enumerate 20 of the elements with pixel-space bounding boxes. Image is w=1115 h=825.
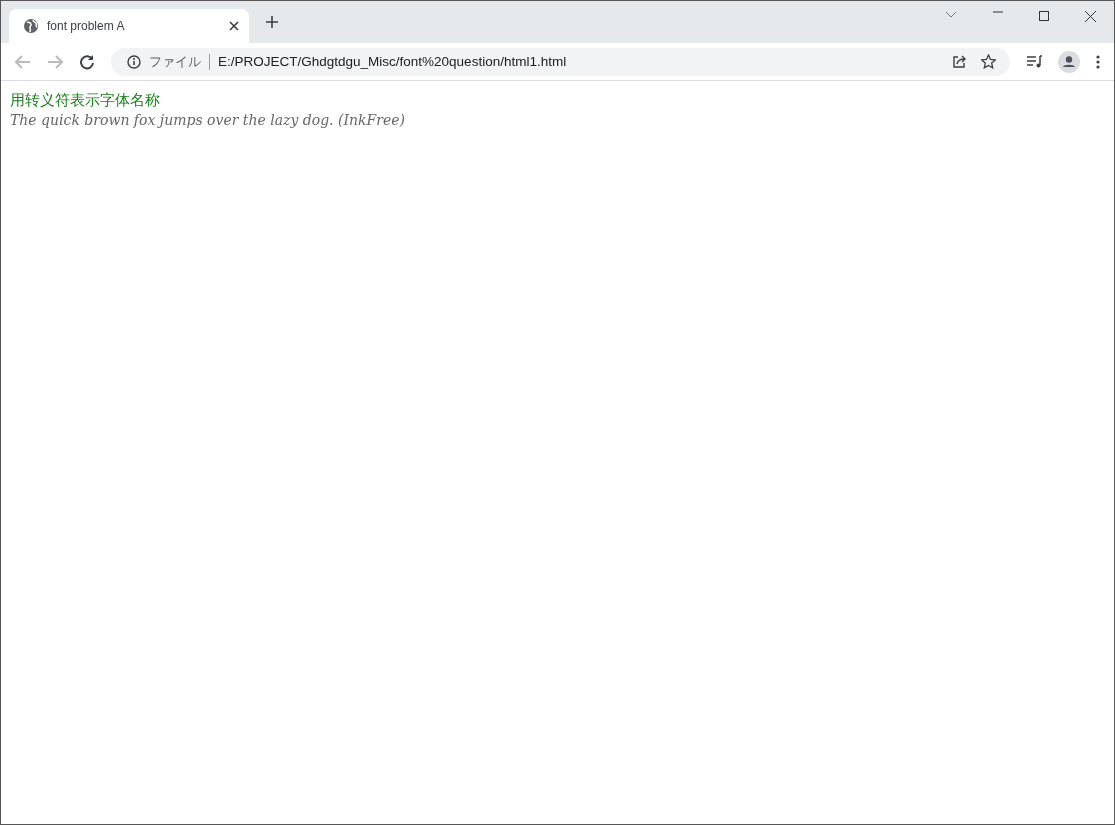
heading-text: 用转义符表示字体名称 <box>10 90 161 111</box>
close-icon[interactable] <box>1085 11 1096 22</box>
address-bar[interactable]: ファイル E:/PROJECT/Ghdgtdgu_Misc/font%20question/html1.html <box>111 47 1010 76</box>
info-icon[interactable] <box>127 54 141 69</box>
globe-icon <box>23 18 39 34</box>
reload-icon[interactable] <box>79 53 95 70</box>
star-icon[interactable] <box>981 54 996 69</box>
close-icon[interactable] <box>229 21 239 31</box>
sample-text: The quick brown fox jumps over the lazy dog. (InkFree) <box>10 111 406 129</box>
menu-icon[interactable] <box>1096 54 1100 69</box>
url-text[interactable]: E:/PROJECT/Ghdgtdgu_Misc/font%20question/html1.html <box>218 54 567 69</box>
browser-tab[interactable]: font problem A <box>9 9 249 43</box>
playlist-icon[interactable] <box>1026 54 1042 69</box>
scheme-label: ファイル <box>149 52 201 71</box>
new-tab-icon[interactable] <box>265 15 279 29</box>
tab-title: font problem A <box>47 19 126 33</box>
profile-avatar-icon[interactable] <box>1058 50 1080 73</box>
share-icon[interactable] <box>952 54 967 69</box>
maximize-icon[interactable] <box>1039 11 1049 21</box>
chevron-down-icon[interactable] <box>945 11 957 19</box>
